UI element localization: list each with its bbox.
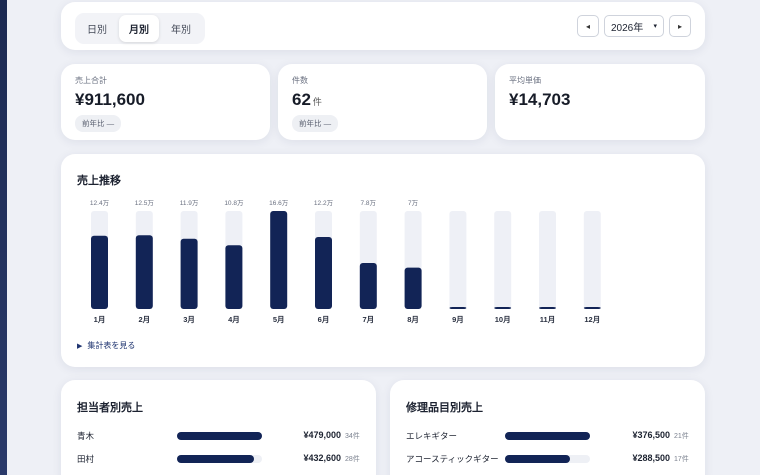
x-tick-label: 3月 xyxy=(183,315,195,324)
sales-count: 28件 xyxy=(345,456,360,463)
sales-bar xyxy=(177,455,262,463)
x-tick-label: 1月 xyxy=(94,315,106,324)
sales-count: 17件 xyxy=(674,456,689,463)
x-tick-label: 5月 xyxy=(273,315,285,324)
bar-value-label: 7.8万 xyxy=(361,199,377,207)
kpi-yoy-badge: 前年比 — xyxy=(292,115,339,132)
bar-track xyxy=(539,211,556,309)
sales-trend-chart: 12.4万 1月 12.5万 2月 11.9万 3月 10.8万 4月 16.6万 5月 12.2万… xyxy=(90,199,601,324)
sales-bar xyxy=(505,432,590,440)
prev-year-button[interactable]: ◂ xyxy=(577,15,599,37)
x-tick-label: 6月 xyxy=(318,315,330,324)
bar xyxy=(359,262,377,309)
card-title: 修理品目別売上 xyxy=(406,402,483,414)
sales-bar-fill xyxy=(505,455,571,463)
bar xyxy=(494,307,512,309)
x-tick-label: 2月 xyxy=(138,315,150,324)
x-tick-label: 8月 xyxy=(407,315,419,324)
tab-monthly[interactable]: 月別 xyxy=(119,15,159,42)
bar-value-label: 12.5万 xyxy=(135,199,155,207)
x-tick-label: 12月 xyxy=(584,315,600,324)
item-name: アコースティックギター xyxy=(406,454,499,464)
staff-name: 田村 xyxy=(77,454,95,464)
bar-track xyxy=(583,211,601,309)
caret-right-icon: ▸ xyxy=(677,21,682,31)
x-tick-label: 7月 xyxy=(362,315,374,324)
next-year-button[interactable]: ▸ xyxy=(669,15,691,37)
x-tick-label: 10月 xyxy=(495,315,511,324)
kpi-total-sales: 売上合計 ¥911,600 前年比 — xyxy=(61,64,270,140)
bar xyxy=(225,245,243,309)
staff-sales-card: 担当者別売上 青木 ¥479,000 34件 田村 ¥432,600 28件 xyxy=(61,380,376,475)
sales-amount: ¥432,600 xyxy=(303,453,341,463)
year-select[interactable]: 2026年 ▾ xyxy=(604,15,664,37)
bar-value-label: 12.4万 xyxy=(90,199,110,207)
bar xyxy=(404,267,422,309)
period-tabs: 日別 月別 年別 xyxy=(75,13,205,44)
table-row[interactable]: 青木 ¥479,000 34件 xyxy=(77,430,367,444)
sales-count: 21件 xyxy=(674,433,689,440)
year-navigator: ◂ 2026年 ▾ ▸ xyxy=(577,15,691,37)
sales-bar-fill xyxy=(177,432,262,440)
kpi-label: 件数 xyxy=(292,76,308,85)
caret-right-icon: ▶ xyxy=(77,342,83,350)
bar-value-label: 12.2万 xyxy=(314,199,334,207)
bar-value-label: 11.9万 xyxy=(180,199,199,207)
selected-year: 2026年 xyxy=(611,22,644,34)
kpi-value: 62 件 xyxy=(292,90,322,109)
kpi-label: 平均単価 xyxy=(509,76,541,85)
bar xyxy=(135,235,153,309)
bar xyxy=(583,307,601,309)
table-row[interactable]: アコースティックギター ¥288,500 17件 xyxy=(406,453,696,467)
sales-bar-fill xyxy=(505,432,590,440)
tab-yearly[interactable]: 年別 xyxy=(161,15,201,42)
bar xyxy=(270,211,288,309)
sales-bar xyxy=(505,455,590,463)
kpi-count: 件数 62 件 前年比 — xyxy=(278,64,487,140)
sales-trend-card: 売上推移 12.4万 1月 12.5万 2月 11.9万 3月 10.8万 4月 16.6万 5月… xyxy=(61,154,705,367)
toggle-label: 集計表を見る xyxy=(87,341,136,350)
bar-track xyxy=(494,211,512,309)
period-toolbar: 日別 月別 年別 ◂ 2026年 ▾ ▸ xyxy=(61,2,705,50)
bar-value-label: 7万 xyxy=(408,199,419,207)
x-tick-label: 11月 xyxy=(540,315,555,324)
staff-name: 青木 xyxy=(77,431,95,441)
kpi-label: 売上合計 xyxy=(75,76,107,85)
sales-amount: ¥376,500 xyxy=(632,430,670,440)
tab-daily[interactable]: 日別 xyxy=(77,15,117,42)
kpi-value: ¥14,703 xyxy=(509,90,571,109)
bar-value-label: 10.8万 xyxy=(224,199,244,207)
bar-track xyxy=(449,211,467,309)
sales-bar-fill xyxy=(177,455,254,463)
table-row[interactable]: 田村 ¥432,600 28件 xyxy=(77,453,367,467)
bar xyxy=(315,236,332,309)
item-name: エレキギター xyxy=(406,431,458,441)
sales-amount: ¥288,500 xyxy=(632,453,670,463)
card-title: 担当者別売上 xyxy=(77,402,143,414)
show-summary-table-toggle[interactable]: ▶ 集計表を見る xyxy=(77,340,135,351)
sales-count: 34件 xyxy=(345,433,360,440)
bar-value-label: 16.6万 xyxy=(269,199,289,207)
bar xyxy=(91,235,108,309)
bar xyxy=(539,307,556,309)
bar xyxy=(180,238,198,309)
app-sidebar-edge xyxy=(0,0,7,475)
sales-amount: ¥479,000 xyxy=(303,430,341,440)
kpi-average-price: 平均単価 ¥14,703 xyxy=(495,64,705,140)
kpi-unit: 件 xyxy=(312,97,322,107)
kpi-yoy-badge: 前年比 — xyxy=(75,115,122,132)
table-row[interactable]: エレキギター ¥376,500 21件 xyxy=(406,430,696,444)
x-tick-label: 9月 xyxy=(452,315,464,324)
x-tick-label: 4月 xyxy=(228,315,240,324)
bar xyxy=(449,307,467,309)
item-sales-card: 修理品目別売上 エレキギター ¥376,500 21件 アコースティックギター … xyxy=(390,380,705,475)
kpi-value: ¥911,600 xyxy=(75,90,145,109)
sales-bar xyxy=(177,432,262,440)
chevron-down-icon: ▾ xyxy=(653,23,657,30)
caret-left-icon: ◂ xyxy=(585,21,590,31)
